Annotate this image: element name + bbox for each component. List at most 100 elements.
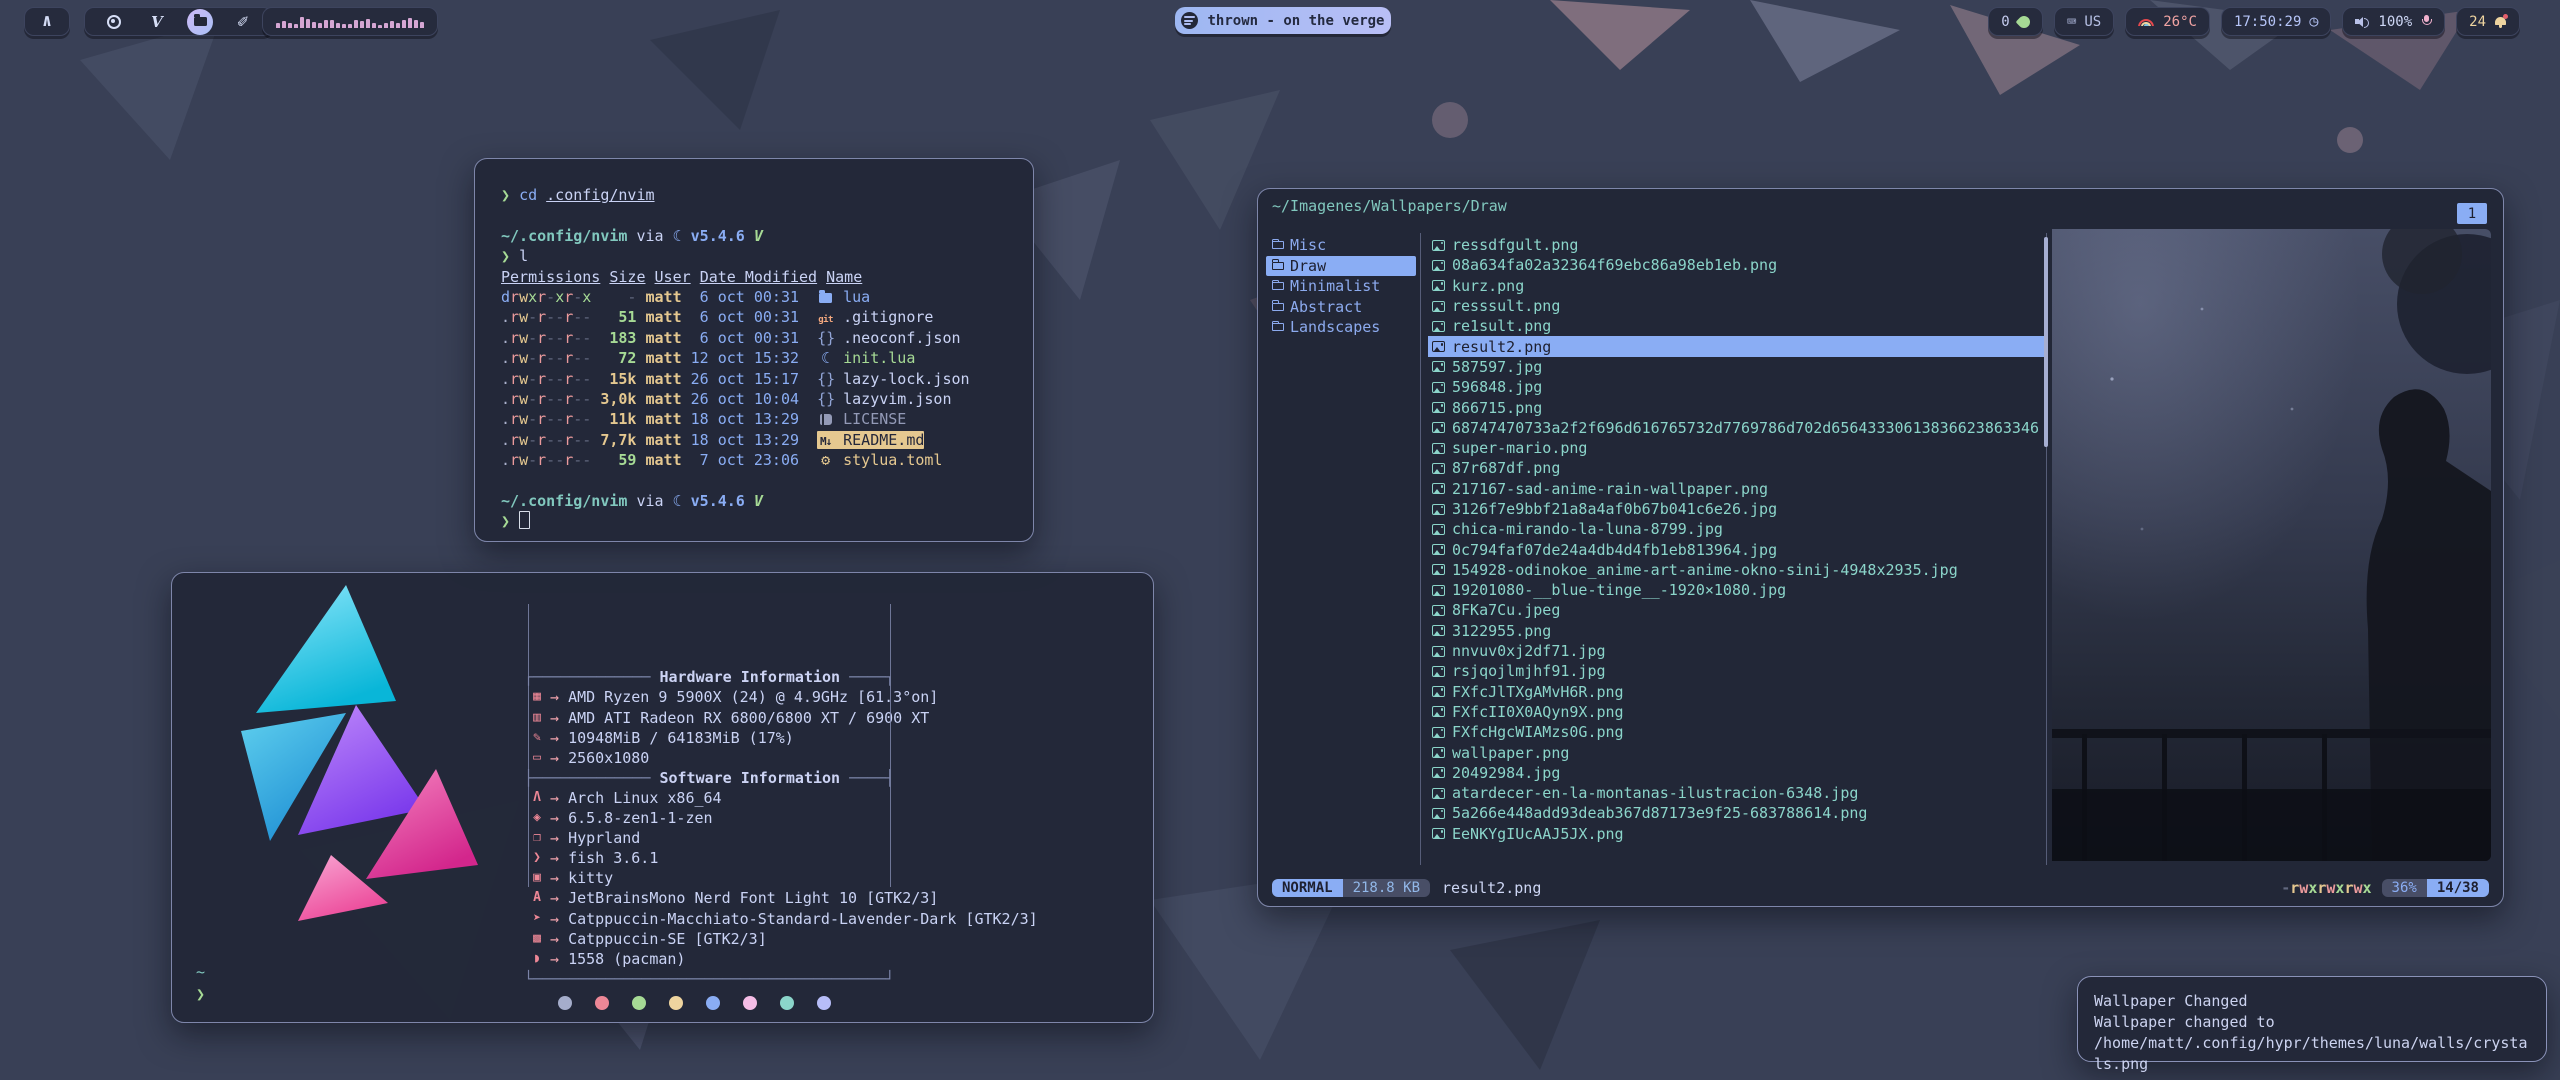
workspace-brush-icon[interactable]: ✐	[230, 9, 256, 35]
updates-count: 0	[2001, 14, 2009, 30]
cava-bar	[336, 23, 340, 28]
updates-module[interactable]: 0	[1988, 7, 2042, 36]
file-row[interactable]: result2.png	[1428, 336, 2044, 356]
notification-popup[interactable]: Wallpaper Changed Wallpaper changed to /…	[2077, 976, 2547, 1062]
terminal-line: .rw-r--r-- 15k matt 26 oct 15:17 {} lazy…	[501, 369, 1023, 389]
fetch-row: ◈→ 6.5.8-zen1-1-zen	[524, 808, 1038, 828]
scroll-percent: 36%	[2382, 879, 2427, 897]
folder-open-icon	[1272, 282, 1284, 290]
weather-module[interactable]: 26°C	[2125, 7, 2210, 36]
file-row[interactable]: 154928-odinokoe_anime-art-anime-okno-sin…	[1428, 560, 2044, 580]
cava-bar	[342, 24, 346, 28]
info-box-bottom: └───────────────────────────────────────…	[524, 969, 1038, 989]
file-row[interactable]: rsjqojlmjhf91.jpg	[1428, 661, 2044, 681]
file-row[interactable]: FXfcII0X0AQyn9X.png	[1428, 702, 2044, 722]
folder-open-icon	[1272, 262, 1284, 270]
permissions-label: -rwxrwxrwx	[2281, 879, 2371, 897]
section-header: ├───────────── Software Information ────…	[524, 768, 1038, 788]
cava-bar	[366, 19, 370, 28]
file-row[interactable]: 587597.jpg	[1428, 357, 2044, 377]
file-row[interactable]: super-mario.png	[1428, 438, 2044, 458]
file-row[interactable]: kurz.png	[1428, 276, 2044, 296]
file-row[interactable]: 866715.png	[1428, 397, 2044, 417]
file-row[interactable]: 5a266e448add93deab367d87173e9f25-6837886…	[1428, 803, 2044, 823]
sidebar-item-abstract[interactable]: Abstract	[1266, 297, 1416, 318]
file-row[interactable]: EeNKYgIUcAAJ5JX.png	[1428, 824, 2044, 844]
image-preview-pane	[2052, 229, 2491, 861]
file-row[interactable]: 0c794faf07de24a4db4d4fb1eb813964.jpg	[1428, 539, 2044, 559]
folder-open-icon	[1272, 323, 1284, 331]
file-row[interactable]: chica-mirando-la-luna-8799.jpg	[1428, 519, 2044, 539]
image-file-icon	[1432, 788, 1445, 799]
info-box-border	[528, 604, 529, 887]
image-file-icon	[1432, 402, 1445, 413]
file-row[interactable]: 8FKa7Cu.jpeg	[1428, 600, 2044, 620]
image-file-icon	[1432, 625, 1445, 636]
keyboard-layout-module[interactable]: ⌨ US	[2054, 7, 2115, 36]
terminal-line: ~/.config/nvim via ☾ v5.4.6 V	[501, 226, 1023, 246]
temperature-label: 26°C	[2163, 14, 2197, 30]
cava-bar	[294, 24, 298, 28]
packages-icon: ◗	[524, 949, 550, 969]
image-file-icon	[1432, 463, 1445, 474]
file-row[interactable]: 19201080-__blue-tinge__-1920×1080.jpg	[1428, 580, 2044, 600]
fetch-terminal-window[interactable]: ┌───────────── Hardware Information ────…	[171, 572, 1154, 1023]
file-row[interactable]: 87r687df.png	[1428, 458, 2044, 478]
audio-visualizer	[262, 7, 438, 36]
file-row[interactable]: FXfcHgcWIAMzs0G.png	[1428, 722, 2044, 742]
workspace-files-icon[interactable]	[187, 9, 213, 35]
app-launcher-button[interactable]: ∧	[24, 7, 70, 36]
file-row[interactable]: 3126f7e9bbf21a8a4af0b67b041c6e26.jpg	[1428, 499, 2044, 519]
audio-module[interactable]: 100%	[2342, 7, 2445, 36]
terminal-line: .rw-r--r-- 11k matt 18 oct 13:29 LICENSE	[501, 409, 1023, 429]
terminal-line: .rw-r--r-- 7,7k matt 18 oct 13:29 M↓ REA…	[501, 430, 1023, 450]
file-row[interactable]: FXfcJlTXgAMvH6R.png	[1428, 682, 2044, 702]
sidebar-item-landscapes[interactable]: Landscapes	[1266, 317, 1416, 338]
sidebar-item-draw[interactable]: Draw	[1266, 256, 1416, 277]
status-bar: NORMAL 218.8 KB result2.png -rwxrwxrwx 3…	[1272, 877, 2489, 899]
workspace-firefox-icon[interactable]	[101, 9, 127, 35]
fetch-row: ▭→ 2560x1080	[524, 748, 1038, 768]
file-row[interactable]: 217167-sad-anime-rain-wallpaper.png	[1428, 479, 2044, 499]
terminal-line: ❯ l	[501, 246, 1023, 266]
file-row[interactable]: 3122955.png	[1428, 621, 2044, 641]
palette-dot	[706, 996, 720, 1010]
fetch-row: ▩→ Catppuccin-SE [GTK2/3]	[524, 929, 1038, 949]
icons-icon: ▩	[524, 929, 550, 949]
file-row[interactable]: wallpaper.png	[1428, 742, 2044, 762]
terminal-line: .rw-r--r-- 183 matt 6 oct 00:31 {} .neoc…	[501, 328, 1023, 348]
file-row[interactable]: 596848.jpg	[1428, 377, 2044, 397]
file-row[interactable]: resssult.png	[1428, 296, 2044, 316]
clock-module[interactable]: 17:50:29 ◷	[2221, 7, 2331, 36]
notifications-module[interactable]: 24	[2456, 7, 2520, 36]
image-file-icon	[1432, 443, 1445, 454]
info-box-border	[890, 604, 891, 887]
selected-filename: result2.png	[1442, 879, 1541, 897]
notification-title: Wallpaper Changed	[2094, 991, 2530, 1012]
terminal-window[interactable]: ❯ cd .config/nvim ~/.config/nvim via ☾ v…	[474, 158, 1034, 542]
tab-badge: 1	[2457, 203, 2487, 224]
file-row[interactable]: 20492984.jpg	[1428, 763, 2044, 783]
file-row[interactable]: re1sult.png	[1428, 316, 2044, 336]
media-player-widget[interactable]: thrown - on the verge	[1175, 7, 1391, 34]
file-row[interactable]: 68747470733a2f2f696d616765732d7769786d70…	[1428, 418, 2044, 438]
scrollbar-thumb[interactable]	[2044, 237, 2048, 447]
fetch-row: ➤→ Catppuccin-Macchiato-Standard-Lavende…	[524, 909, 1038, 929]
firefox-icon	[107, 15, 121, 29]
file-manager-window[interactable]: ~/Imagenes/Wallpapers/Draw 1 MiscDrawMin…	[1257, 188, 2504, 907]
sidebar-item-minimalist[interactable]: Minimalist	[1266, 276, 1416, 297]
folder-open-icon	[1272, 241, 1284, 249]
section-header: ┌───────────── Hardware Information ────…	[524, 667, 1038, 687]
book-icon	[817, 409, 834, 429]
terminal-line: .rw-r--r-- 3,0k matt 26 oct 10:04 {} laz…	[501, 389, 1023, 409]
braces-icon: {}	[817, 328, 834, 348]
file-row[interactable]: ressdfgult.png	[1428, 235, 2044, 255]
file-row[interactable]: nnvuv0xj2df71.jpg	[1428, 641, 2044, 661]
file-row[interactable]: atardecer-en-la-montanas-ilustracion-634…	[1428, 783, 2044, 803]
workspace-vim-icon[interactable]: V	[144, 9, 170, 35]
fetch-row: ✎→ 10948MiB / 64183MiB (17%)	[524, 728, 1038, 748]
file-row[interactable]: 08a634fa02a32364f69ebc86a98eb1eb.png	[1428, 255, 2044, 275]
palette-dot	[669, 996, 683, 1010]
folder-open-icon	[1272, 303, 1284, 311]
sidebar-item-misc[interactable]: Misc	[1266, 235, 1416, 256]
